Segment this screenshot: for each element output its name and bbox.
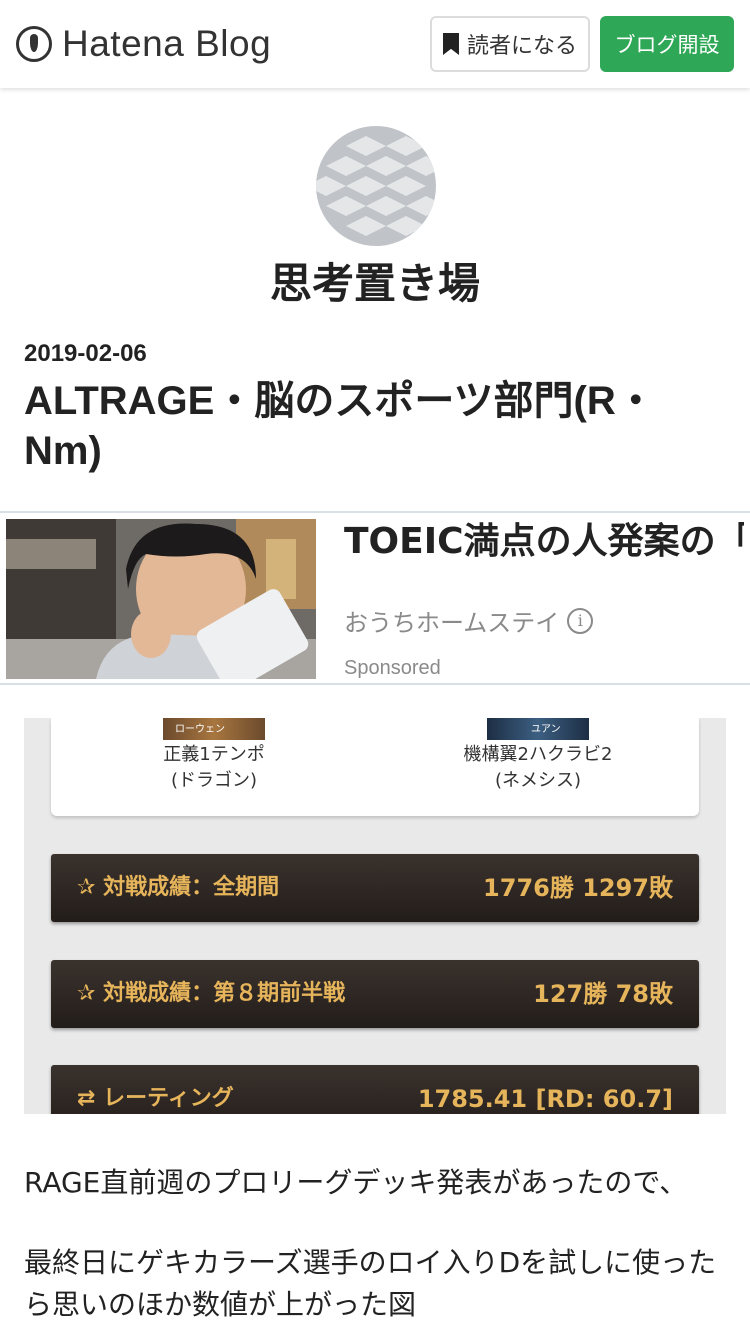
bookmark-icon [442,33,459,55]
deck-thumbnail: ユアン [487,718,589,740]
ad-advertiser-name: おうちホームステイ [344,609,560,637]
top-bar: Hatena Blog 読者になる ブログ開設 [0,0,750,88]
stat-bar-all-time: ✰ 対戦成績：全期間 1776勝 1297敗 [51,854,699,922]
star-icon: ✰ [77,875,104,900]
stat-label: ✰ 対戦成績：第８期前半戦 [77,981,346,1006]
sponsored-ad[interactable]: TOEIC満点の人発案の「スマホゲーム英会 おうちホームステイ i Sponso… [0,511,750,685]
deck-name-line1: 正義1テンポ [163,744,265,765]
stat-bar-rating: ⇄ レーティング 1785.41 [RD: 60.7] [51,1065,699,1114]
post-image[interactable]: ローウェン 正義1テンポ (ドラゴン) ユアン 機構翼2ハクラビ2 (ネメシス)… [24,718,726,1114]
deck-name-line2: (ドラゴン) [170,770,258,791]
ad-image[interactable] [6,519,316,679]
blog-title[interactable]: 思考置き場 [0,250,750,311]
stat-label: ✰ 対戦成績：全期間 [77,875,280,900]
deck-thumb-label: ローウェン [175,724,225,735]
stat-label: ⇄ レーティング [77,1086,234,1111]
subscribe-label: 読者になる [466,34,577,59]
hatena-pen-icon [16,26,52,62]
body-paragraph: 最終日にゲキカラーズ選手のロイ入りDを試しに使ったら思いのほか数値が上がった図 [24,1246,717,1321]
logo-text: Hatena Blog [62,23,272,64]
ad-photo [6,519,316,679]
deck-thumb-label: ユアン [531,724,561,735]
star-icon: ✰ [77,981,104,1006]
deck-name-line1: 機構翼2ハクラビ2 [463,744,613,765]
avatar-pattern-icon [316,136,436,236]
deck-name: 機構翼2ハクラビ2 (ネメシス) [428,742,648,794]
post-date[interactable]: 2019-02-06 [24,340,147,368]
stat-value: 1785.41 [RD: 60.7] [417,1085,673,1113]
deck-card: ローウェン 正義1テンポ (ドラゴン) ユアン 機構翼2ハクラビ2 (ネメシス) [51,718,699,816]
stat-value: 127勝 78敗 [533,980,673,1008]
post-title[interactable]: ALTRAGE・脳のスポーツ部門(R・Nm) [24,376,724,476]
body-paragraph: RAGE直前週のプロリーグデッキ発表があったので、 [24,1166,688,1199]
hatena-blog-logo[interactable]: Hatena Blog [16,22,271,66]
info-icon[interactable]: i [567,607,594,634]
sponsored-label: Sponsored [344,657,441,679]
stat-value: 1776勝 1297敗 [483,874,673,902]
stat-bar-season: ✰ 対戦成績：第８期前半戦 127勝 78敗 [51,960,699,1028]
blog-avatar[interactable] [316,126,436,246]
deck-thumbnail: ローウェン [163,718,265,740]
deck-name: 正義1テンポ (ドラゴン) [104,742,324,794]
open-blog-label: ブログ開設 [614,33,720,57]
subscribe-button[interactable]: 読者になる [430,16,590,72]
deck-name-line2: (ネメシス) [494,770,582,791]
open-blog-button[interactable]: ブログ開設 [600,16,734,72]
swap-arrows-icon: ⇄ [77,1086,104,1111]
ad-advertiser[interactable]: おうちホームステイ i [344,603,594,638]
ad-headline[interactable]: TOEIC満点の人発案の「スマホゲーム英会 [344,519,744,565]
